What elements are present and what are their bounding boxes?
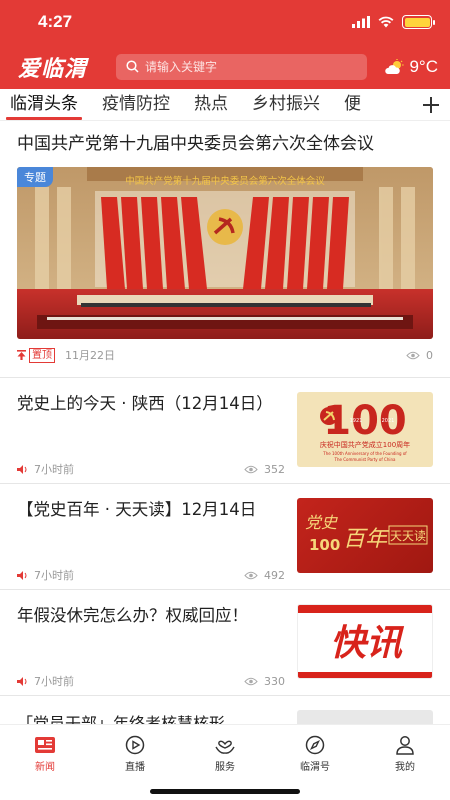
eye-icon [406,351,420,359]
news-feed: 中国共产党第十九届中央委员会第六次全体会议 专题 中国共产党第十九届中央委员会第… [0,121,450,724]
channel-tabs: 临渭头条 疫情防控 热点 乡村振兴 便 [0,89,450,121]
eye-icon [244,571,258,579]
search-icon [126,60,139,73]
plus-icon [423,96,439,113]
thumb-calligraphy: 党史 [305,513,338,532]
pinned-indicator: 置顶 [17,347,55,363]
eye-icon [244,677,258,685]
article-item[interactable]: 「党员干部」年终考核慧核形 [0,696,450,724]
lead-article-date: 11月22日 [65,349,115,362]
article-meta: 7小时前 352 [17,455,285,483]
nav-news-label: 新闻 [35,762,55,773]
thumb-caption-cn: 庆祝中国共产党成立100周年 [320,440,410,449]
news-icon [35,737,55,753]
status-bar: 4:27 [0,0,450,44]
status-icons [352,15,435,29]
thumb-year-left: 1921 [350,418,363,424]
hall-banner-text: 中国共产党第十九届中央委员会第六次全体会议 [125,175,325,187]
compass-icon [305,735,325,755]
article-title: 「党员干部」年终考核慧核形 [17,714,226,724]
search-bar[interactable] [116,53,368,80]
article-item[interactable]: 年假没休完怎么办？权威回应！ 7小时前 330 快讯 [0,590,450,696]
article-title: 年假没休完怎么办？权威回应！ [17,606,248,625]
article-title: 党史上的今天 · 陕西（12月14日） [17,394,273,413]
article-thumbnail[interactable]: 快讯 [297,604,433,679]
top-bar: 4:27 爱临渭 请输入关键字 9°C [0,0,450,89]
audio-icon [17,570,28,580]
lead-article-meta: 置顶 11月22日 0 [17,339,433,371]
pinned-tag: 置顶 [29,347,55,363]
article-title: 【党史百年 · 天天读】12月14日 [17,500,257,519]
lead-article-title: 中国共产党第十九届中央委员会第六次全体会议 [17,134,374,154]
article-item[interactable]: 【党史百年 · 天天读】12月14日 7小时前 492 党史 100 百年 天天… [0,484,450,590]
lead-article-image[interactable]: 专题 中国共产党第十九届中央委员会第六次全体会议 [17,167,433,339]
thumb-caption-en-2: The Communist Party of China [334,457,396,462]
view-count-value: 352 [264,462,285,476]
signal-icon [352,16,370,28]
tab-linwei-headlines[interactable]: 临渭头条 [6,89,82,120]
thumb-year-right: 2021 [382,418,395,424]
battery-icon [402,15,435,29]
view-count-value: 492 [264,568,285,582]
tab-hot[interactable]: 热点 [194,89,228,120]
view-count: 330 [244,675,285,688]
nav-mine-label: 我的 [395,762,415,773]
app-logo: 爱临渭 [18,56,88,82]
nav-mine[interactable]: 我的 [360,735,450,800]
article-meta: 7小时前 492 [17,561,285,589]
temperature: 9°C [409,56,438,76]
pin-arrow-icon [17,350,26,360]
topic-badge: 专题 [17,167,53,187]
nav-live-label: 直播 [125,762,145,773]
nav-service-label: 服务 [215,762,235,773]
article-thumbnail[interactable]: 100 1921 2021 庆祝中国共产党成立100周年 The 100th A… [297,392,433,467]
home-indicator [150,789,300,794]
article-time: 7小时前 [34,463,74,476]
nav-linwei-account-label: 临渭号 [300,762,330,773]
article-item[interactable]: 党史上的今天 · 陕西（12月14日） 7小时前 352 100 1921 20… [0,378,450,484]
wifi-icon [378,16,394,28]
weather-widget[interactable]: 9°C [385,57,438,77]
plenary-hall-image: 中国共产党第十九届中央委员会第六次全体会议 [17,167,433,339]
thumb-box-text: 天天读 [390,529,426,543]
nav-news[interactable]: 新闻 [0,735,90,800]
bottom-nav: 新闻 直播 服务 临渭号 我的 [0,724,450,800]
thumb-suffix: 百年 [343,527,389,552]
app-header: 爱临渭 9°C [0,44,450,89]
service-icon [215,740,235,754]
article-thumbnail[interactable]: 党史 100 百年 天天读 [297,498,433,573]
audio-icon [17,676,28,686]
status-time: 4:27 [38,12,73,31]
tab-rural-revival[interactable]: 乡村振兴 [252,89,320,120]
live-play-icon [125,735,145,755]
view-count-value: 0 [426,348,433,362]
lead-article[interactable]: 中国共产党第十九届中央委员会第六次全体会议 专题 中国共产党第十九届中央委员会第… [0,121,450,378]
article-meta: 7小时前 330 [17,667,285,695]
thumb-flash-text: 快讯 [330,622,405,664]
tab-convenience[interactable]: 便 [344,89,361,120]
view-count: 0 [406,349,433,362]
view-count: 352 [244,463,285,476]
article-time: 7小时前 [34,675,74,688]
audio-icon [17,464,28,474]
partly-sunny-icon [385,58,404,74]
person-icon [396,736,414,755]
search-input[interactable] [145,59,305,74]
eye-icon [244,465,258,473]
view-count-value: 330 [264,674,285,688]
thumb-caption-en-1: The 100th Anniversary of the Founding of [322,451,407,456]
article-thumbnail[interactable] [297,710,433,724]
article-time: 7小时前 [34,569,74,582]
add-channel-button[interactable] [412,89,450,120]
thumb-number: 100 [309,536,340,554]
view-count: 492 [244,569,285,582]
tab-epidemic-control[interactable]: 疫情防控 [102,89,170,120]
